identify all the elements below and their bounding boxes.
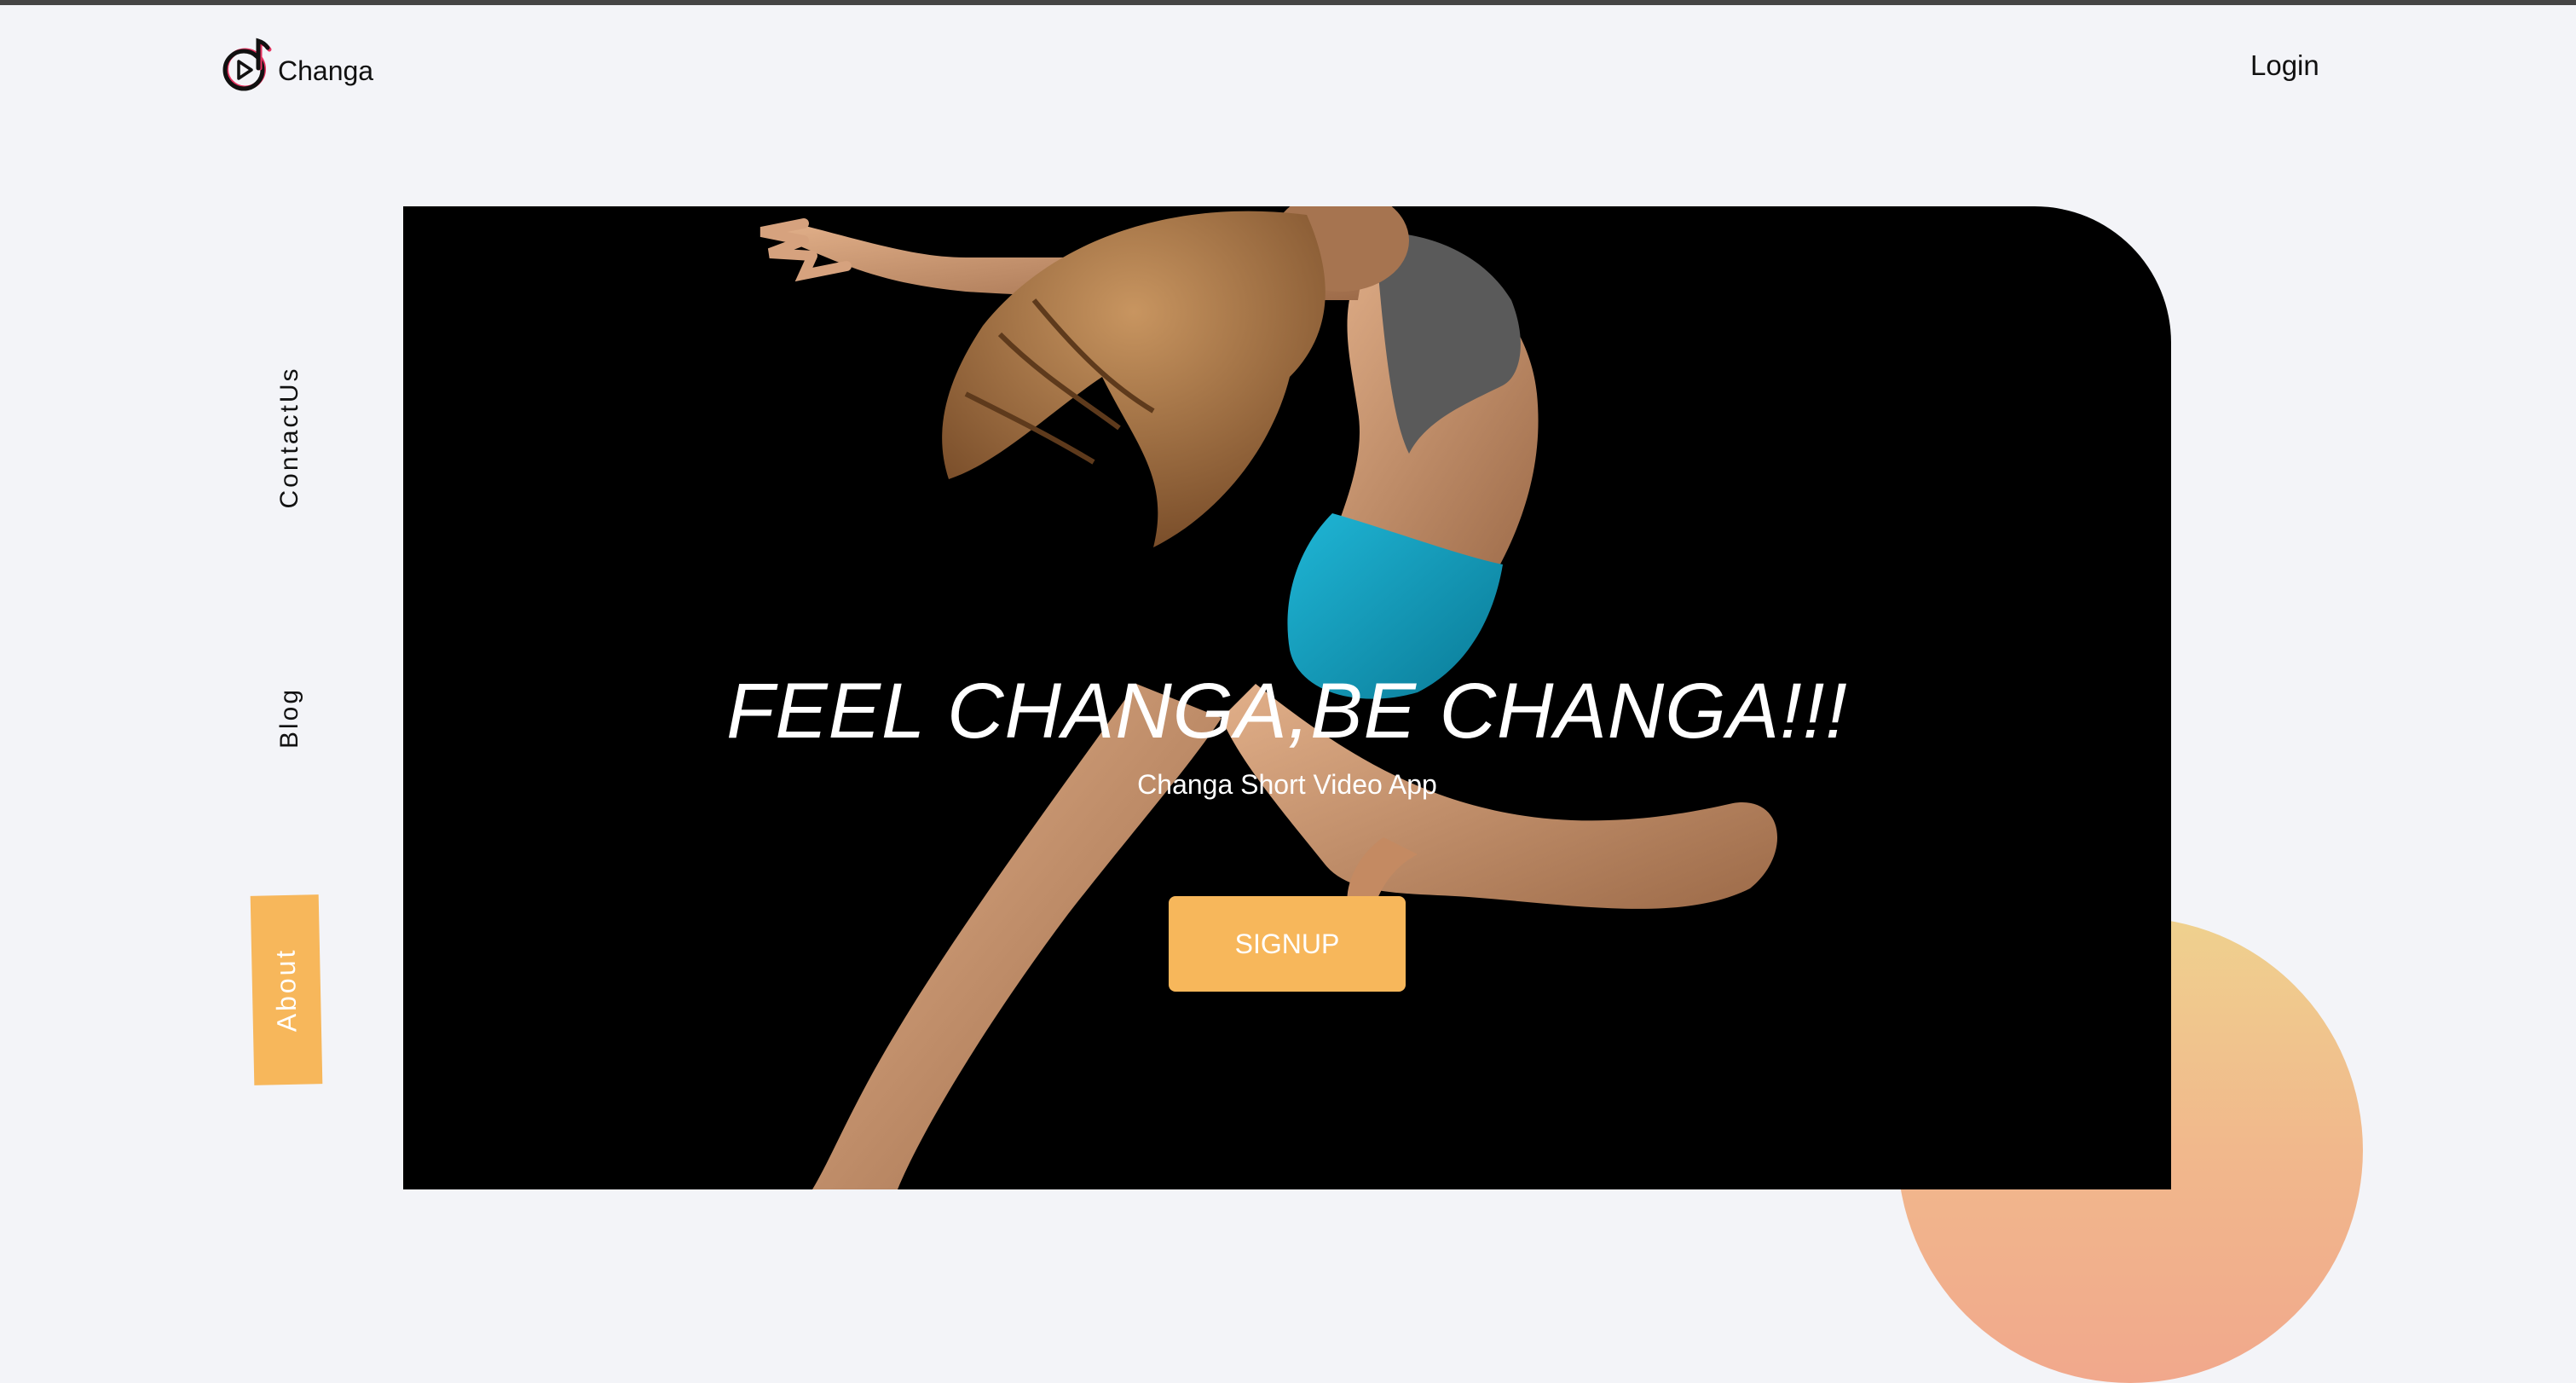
sidenav-item-blog[interactable]: Blog: [264, 590, 315, 846]
signup-button[interactable]: SIGNUP: [1169, 896, 1406, 992]
music-note-play-icon: [220, 36, 273, 95]
brand-logo[interactable]: Changa: [220, 36, 373, 95]
sidenav-item-about[interactable]: About: [250, 894, 323, 1085]
sidenav-item-about-label: About: [269, 947, 303, 1033]
hero-banner: FEEL CHANGA,BE CHANGA!!! Changa Short Vi…: [403, 206, 2171, 1189]
top-strip: [0, 0, 2576, 5]
hero-subtitle: Changa Short Video App: [1137, 769, 1437, 800]
sidenav-item-contactus[interactable]: ContactUs: [264, 310, 315, 565]
login-link[interactable]: Login: [2250, 49, 2319, 82]
brand-name: Changa: [278, 55, 374, 86]
hero-heading: FEEL CHANGA,BE CHANGA!!!: [726, 668, 1848, 755]
